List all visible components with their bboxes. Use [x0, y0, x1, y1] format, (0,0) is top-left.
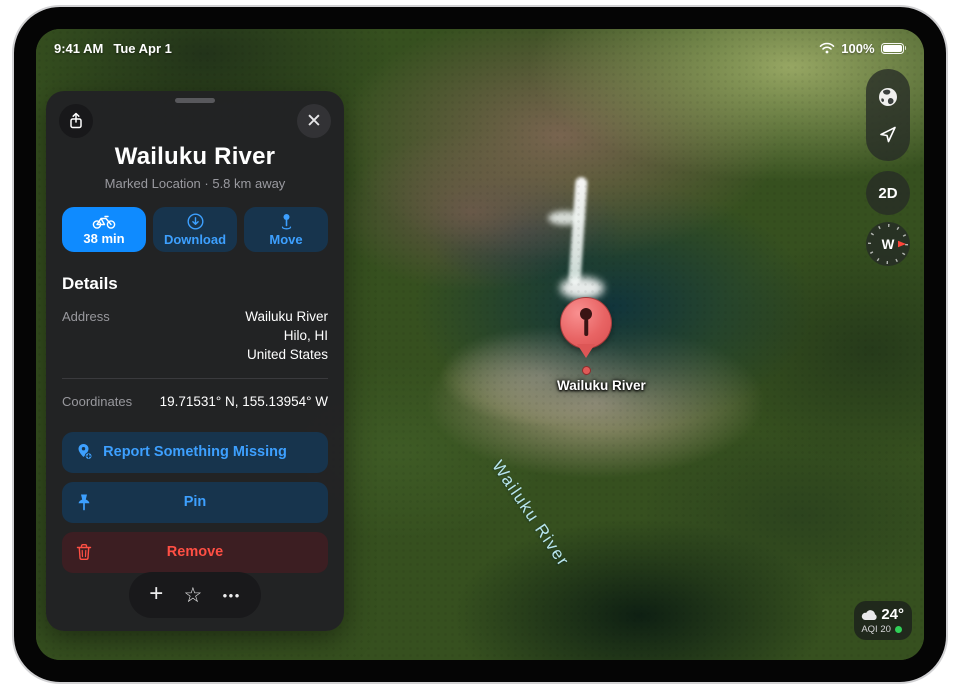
- coordinates-value: 19.71531° N, 155.13954° W: [160, 393, 328, 412]
- clock-date: Tue Apr 1: [113, 41, 172, 56]
- ipad-device-frame: Wailuku River Wailuku River 9:41 AM Tue …: [12, 5, 948, 684]
- place-card: ✕ Wailuku River Marked Location · 5.8 km…: [46, 91, 344, 631]
- waterfall-imagery: [568, 177, 588, 286]
- pin-balloon-icon[interactable]: [560, 297, 612, 349]
- remove-label: Remove: [167, 544, 223, 560]
- move-pin-icon: [278, 213, 295, 230]
- waterfall-splash-imagery: [560, 277, 604, 299]
- more-options-button[interactable]: •••: [223, 589, 241, 602]
- download-label: Download: [164, 232, 226, 247]
- aqi-label: AQI 20: [861, 624, 891, 635]
- coordinates-label: Coordinates: [62, 393, 132, 412]
- address-line: United States: [245, 346, 328, 365]
- stream-imagery: [548, 211, 582, 225]
- favorite-star-button[interactable]: ☆: [184, 585, 203, 606]
- cloud-icon: [861, 609, 878, 621]
- pin-button[interactable]: Pin: [62, 482, 328, 523]
- map-controls: 2D W: [865, 69, 911, 267]
- address-label: Address: [62, 308, 110, 365]
- cycling-eta-label: 38 min: [83, 231, 124, 246]
- pushpin-icon: [75, 493, 93, 511]
- pushpin-glyph-icon: [580, 308, 592, 320]
- wifi-icon: [819, 42, 835, 54]
- share-icon: [66, 111, 86, 131]
- pin-anchor-dot: [582, 366, 591, 375]
- map-mode-pill: [866, 69, 910, 161]
- close-button[interactable]: ✕: [297, 104, 331, 138]
- share-button[interactable]: [59, 104, 93, 138]
- address-row: Address Wailuku River Hilo, HI United St…: [62, 308, 328, 365]
- card-drag-handle[interactable]: [175, 98, 215, 103]
- weather-widget[interactable]: 24° AQI 20: [854, 601, 912, 640]
- details-heading: Details: [62, 274, 328, 294]
- move-label: Move: [269, 232, 302, 247]
- remove-button[interactable]: Remove: [62, 532, 328, 573]
- download-circle-icon: [187, 213, 204, 230]
- report-pin-icon: [75, 443, 94, 462]
- battery-percent-label: 100%: [841, 41, 874, 56]
- coordinates-row: Coordinates 19.71531° N, 155.13954° W: [62, 393, 328, 412]
- move-button[interactable]: Move: [244, 207, 328, 252]
- temperature-label: 24°: [881, 606, 904, 623]
- compass-button[interactable]: W: [865, 225, 911, 267]
- report-missing-label: Report Something Missing: [103, 444, 287, 460]
- battery-icon: [881, 43, 907, 54]
- status-bar: 9:41 AM Tue Apr 1 100%: [36, 38, 924, 58]
- bicycle-icon: [92, 214, 116, 229]
- locate-me-button[interactable]: [878, 124, 898, 144]
- download-button[interactable]: Download: [153, 207, 237, 252]
- aqi-status-dot: [895, 626, 902, 633]
- map-2d-button[interactable]: 2D: [866, 171, 910, 215]
- river-map-label: Wailuku River: [487, 457, 573, 571]
- place-subtitle: Marked Location · 5.8 km away: [62, 176, 328, 191]
- list-actions: Report Something Missing Pin: [62, 432, 328, 573]
- address-line: Hilo, HI: [245, 327, 328, 346]
- trash-icon: [75, 543, 93, 561]
- screen: Wailuku River Wailuku River 9:41 AM Tue …: [36, 29, 924, 660]
- address-value: Wailuku River Hilo, HI United States: [245, 308, 328, 365]
- globe-button[interactable]: [877, 86, 899, 108]
- dropped-pin[interactable]: Wailuku River: [557, 297, 615, 393]
- divider: [62, 378, 328, 379]
- clock-time: 9:41 AM: [54, 41, 103, 56]
- report-missing-button[interactable]: Report Something Missing: [62, 432, 328, 473]
- place-title: Wailuku River: [62, 143, 328, 171]
- pin-action-label: Pin: [184, 494, 207, 510]
- card-toolbar: + ☆ •••: [129, 572, 261, 618]
- address-line: Wailuku River: [245, 308, 328, 327]
- quick-actions-row: 38 min Download: [62, 207, 328, 252]
- compass-direction-label: W: [882, 237, 895, 252]
- pin-label: Wailuku River: [557, 378, 615, 393]
- directions-cycling-button[interactable]: 38 min: [62, 207, 146, 252]
- close-icon: ✕: [306, 112, 322, 131]
- add-button[interactable]: +: [149, 582, 163, 606]
